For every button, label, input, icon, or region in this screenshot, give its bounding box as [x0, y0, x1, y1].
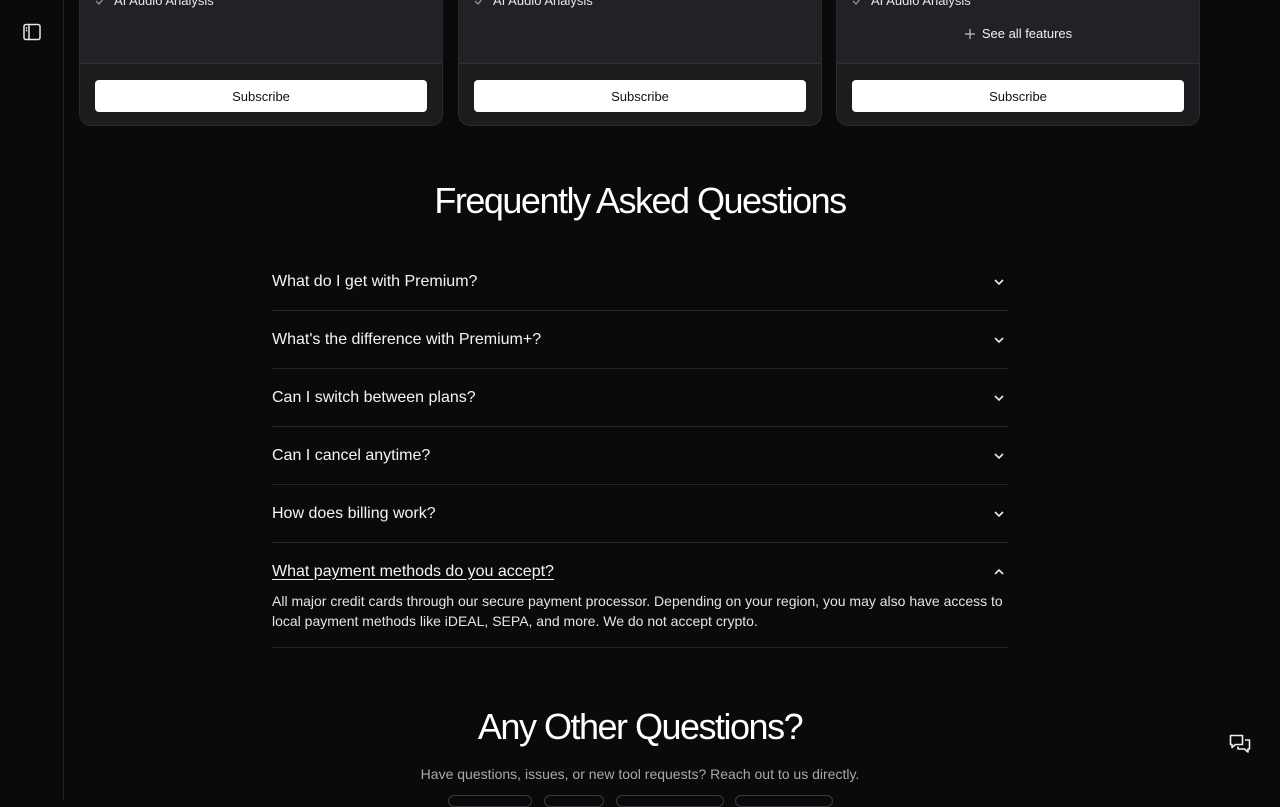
faq-title: Frequently Asked Questions: [434, 180, 847, 221]
faq-item: Can I switch between plans?: [272, 369, 1008, 427]
faq-question-toggle[interactable]: Can I switch between plans?: [272, 369, 1008, 426]
see-all-label: See all features: [981, 26, 1073, 41]
chevron-down-icon: [994, 510, 1004, 517]
sidebar-panel-icon: [23, 23, 41, 41]
faq-question-toggle[interactable]: How does billing work?: [272, 485, 1008, 542]
faq-question-toggle[interactable]: What do I get with Premium?: [272, 253, 1008, 310]
pricing-card-1: AI Audio Analysis Subscribe: [79, 0, 443, 126]
faq-question-toggle[interactable]: What's the difference with Premium+?: [272, 311, 1008, 368]
faq-item: How does billing work?: [272, 485, 1008, 543]
faq-question: What do I get with Premium?: [272, 272, 478, 290]
main-content: AI Audio Analysis Subscribe AI Audio Ana…: [64, 0, 1280, 807]
other-questions-subtitle: Have questions, issues, or new tool requ…: [420, 766, 860, 782]
pricing-card-3: AI Audio Analysis See all features Subsc…: [836, 0, 1200, 126]
faq-question: What payment methods do you accept?: [272, 562, 554, 580]
contact-button[interactable]: [544, 795, 604, 807]
check-icon: [95, 0, 103, 5]
chevron-down-icon: [994, 394, 1004, 401]
feature-item: AI Audio Analysis: [851, 0, 971, 8]
faq-question: How does billing work?: [272, 504, 436, 522]
faq-item: What's the difference with Premium+?: [272, 311, 1008, 369]
subscribe-button[interactable]: Subscribe: [474, 80, 806, 112]
feature-label: AI Audio Analysis: [114, 0, 214, 8]
check-icon: [474, 0, 482, 5]
faq-item: Can I cancel anytime?: [272, 427, 1008, 485]
other-questions-title: Any Other Questions?: [477, 706, 804, 747]
pricing-card-2: AI Audio Analysis Subscribe: [458, 0, 822, 126]
see-all-features-link[interactable]: See all features: [837, 26, 1199, 41]
faq-item: What do I get with Premium?: [272, 253, 1008, 311]
chat-bubbles-icon: [1229, 734, 1251, 753]
sidebar-toggle-button[interactable]: [22, 22, 42, 42]
faq-item-open: What payment methods do you accept? All …: [272, 543, 1008, 648]
chevron-down-icon: [994, 278, 1004, 285]
contact-button[interactable]: [735, 795, 833, 807]
feature-item: AI Audio Analysis: [94, 0, 214, 8]
subscribe-button[interactable]: Subscribe: [852, 80, 1184, 112]
contact-button[interactable]: [448, 795, 532, 807]
chat-button[interactable]: [1228, 732, 1252, 756]
chevron-up-icon: [994, 568, 1004, 575]
card-features: AI Audio Analysis: [80, 0, 442, 64]
feature-label: AI Audio Analysis: [493, 0, 593, 8]
chevron-down-icon: [994, 452, 1004, 459]
sidebar: [0, 0, 64, 800]
faq-question: What's the difference with Premium+?: [272, 330, 542, 348]
card-features: AI Audio Analysis See all features: [837, 0, 1199, 64]
feature-item: AI Audio Analysis: [473, 0, 593, 8]
faq-question-toggle[interactable]: Can I cancel anytime?: [272, 427, 1008, 484]
card-features: AI Audio Analysis: [459, 0, 821, 64]
faq-question: Can I switch between plans?: [272, 388, 476, 406]
chevron-down-icon: [994, 336, 1004, 343]
subscribe-button[interactable]: Subscribe: [95, 80, 427, 112]
pricing-cards: AI Audio Analysis Subscribe AI Audio Ana…: [79, 0, 1201, 126]
faq-question: Can I cancel anytime?: [272, 446, 431, 464]
check-icon: [852, 0, 860, 5]
feature-label: AI Audio Analysis: [871, 0, 971, 8]
faq-answer: All major credit cards through our secur…: [272, 593, 1003, 629]
contact-button[interactable]: [616, 795, 724, 807]
plus-icon: [964, 28, 975, 39]
faq-list: What do I get with Premium? What's the d…: [272, 253, 1008, 648]
